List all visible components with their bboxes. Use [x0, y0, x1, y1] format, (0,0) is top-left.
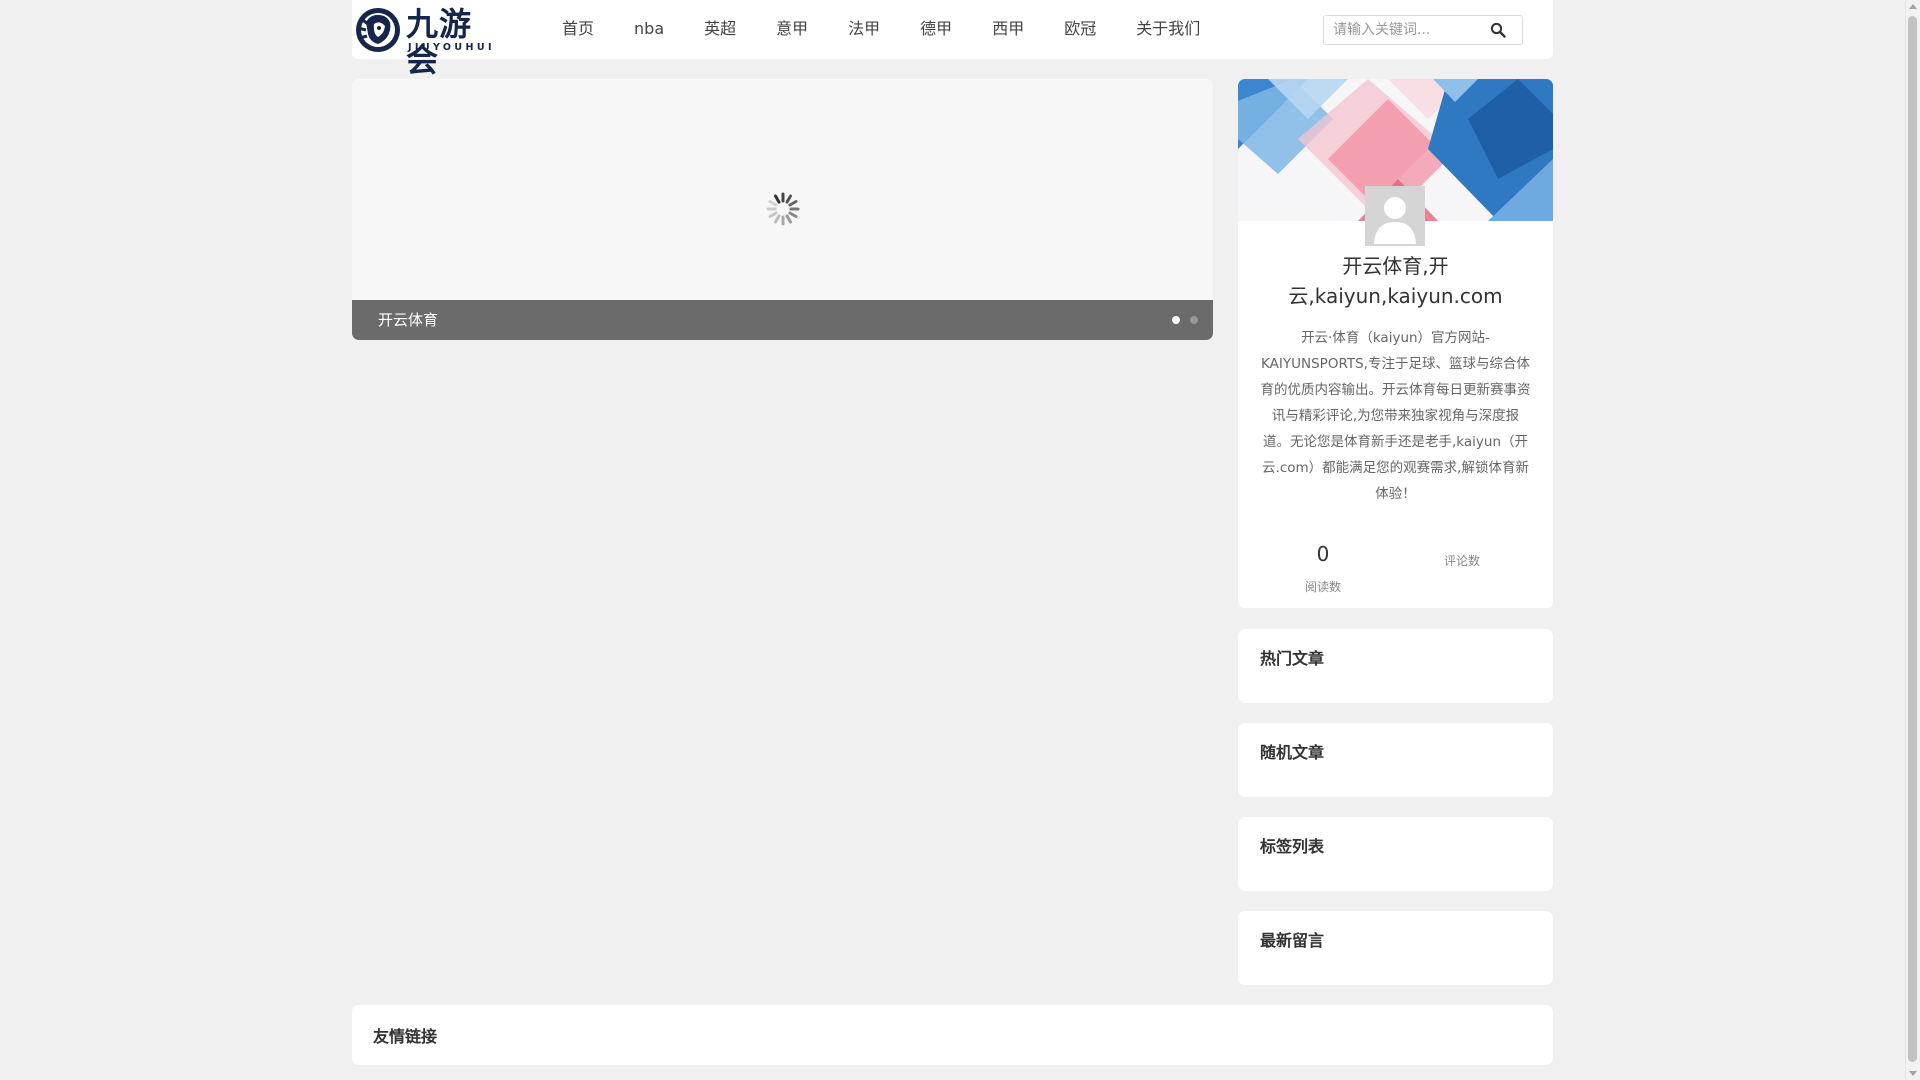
site-name: 开云体育,开云,kaiyun,kaiyun.com	[1288, 254, 1503, 308]
nav-item-ligue-1[interactable]: 法甲	[828, 0, 900, 59]
widget-random-articles: 随机文章	[1238, 723, 1553, 797]
nav-item-serie-a[interactable]: 意甲	[756, 0, 828, 59]
scroll-up-arrow-icon[interactable]	[1909, 4, 1917, 9]
main-nav: 首页 nba 英超 意甲 法甲 德甲 西甲 欧冠 关于我们	[542, 0, 1220, 59]
widget-title-hot-articles: 热门文章	[1260, 649, 1325, 668]
slider-caption[interactable]: 开云体育	[378, 300, 438, 340]
slider-dot-1[interactable]	[1172, 316, 1180, 324]
site-header: 九游会 JIUYOUHUI 首页 nba 英超 意甲 法甲 德甲 西甲 欧冠 关…	[352, 0, 1553, 78]
nav-item-nba[interactable]: nba	[614, 0, 684, 59]
spinner-icon	[766, 192, 800, 226]
site-profile-card: 开云体育,开云,kaiyun,kaiyun.com 开云·体育（kaiyun）官…	[1238, 79, 1553, 608]
nav-item-home[interactable]: 首页	[542, 0, 614, 59]
user-avatar-icon[interactable]	[1365, 186, 1425, 246]
site-logo[interactable]: 九游会 JIUYOUHUI	[354, 4, 502, 78]
lion-logo-icon	[356, 8, 400, 52]
nav-item-bundesliga[interactable]: 德甲	[900, 0, 972, 59]
avatar-silhouette-icon	[1365, 186, 1425, 246]
logo-subtitle: JIUYOUHUI	[408, 42, 495, 53]
search-input[interactable]	[1324, 16, 1493, 44]
nav-item-champions-league[interactable]: 欧冠	[1044, 0, 1116, 59]
friend-links-section: 友情链接	[352, 1005, 1553, 1065]
search-icon[interactable]	[1490, 22, 1506, 38]
scroll-down-arrow-icon[interactable]	[1909, 1071, 1917, 1076]
page-scrollbar[interactable]	[1905, 0, 1920, 1080]
widget-title-tag-list: 标签列表	[1260, 837, 1325, 856]
widget-hot-articles: 热门文章	[1238, 629, 1553, 703]
nav-item-premier-league[interactable]: 英超	[684, 0, 756, 59]
image-slider[interactable]: 开云体育	[352, 79, 1213, 340]
search-box	[1323, 15, 1523, 45]
widget-title-latest-comments: 最新留言	[1260, 931, 1325, 950]
widget-tag-list: 标签列表	[1238, 817, 1553, 891]
slider-caption-bar: 开云体育	[352, 300, 1213, 340]
scrollbar-thumb[interactable]	[1908, 16, 1917, 1062]
nav-item-la-liga[interactable]: 西甲	[972, 0, 1044, 59]
widget-latest-comments: 最新留言	[1238, 911, 1553, 985]
friend-links-title: 友情链接	[373, 1027, 438, 1046]
nav-item-about-us[interactable]: 关于我们	[1116, 0, 1220, 59]
slider-dot-2[interactable]	[1190, 316, 1198, 324]
site-description: 开云·体育（kaiyun）官方网站-KAIYUNSPORTS,专注于足球、篮球与…	[1260, 330, 1531, 502]
read-count-label: 阅读数	[1304, 580, 1341, 594]
comment-count-label: 评论数	[1443, 554, 1480, 568]
read-count: 0	[1316, 542, 1330, 566]
widget-title-random-articles: 随机文章	[1260, 743, 1325, 762]
